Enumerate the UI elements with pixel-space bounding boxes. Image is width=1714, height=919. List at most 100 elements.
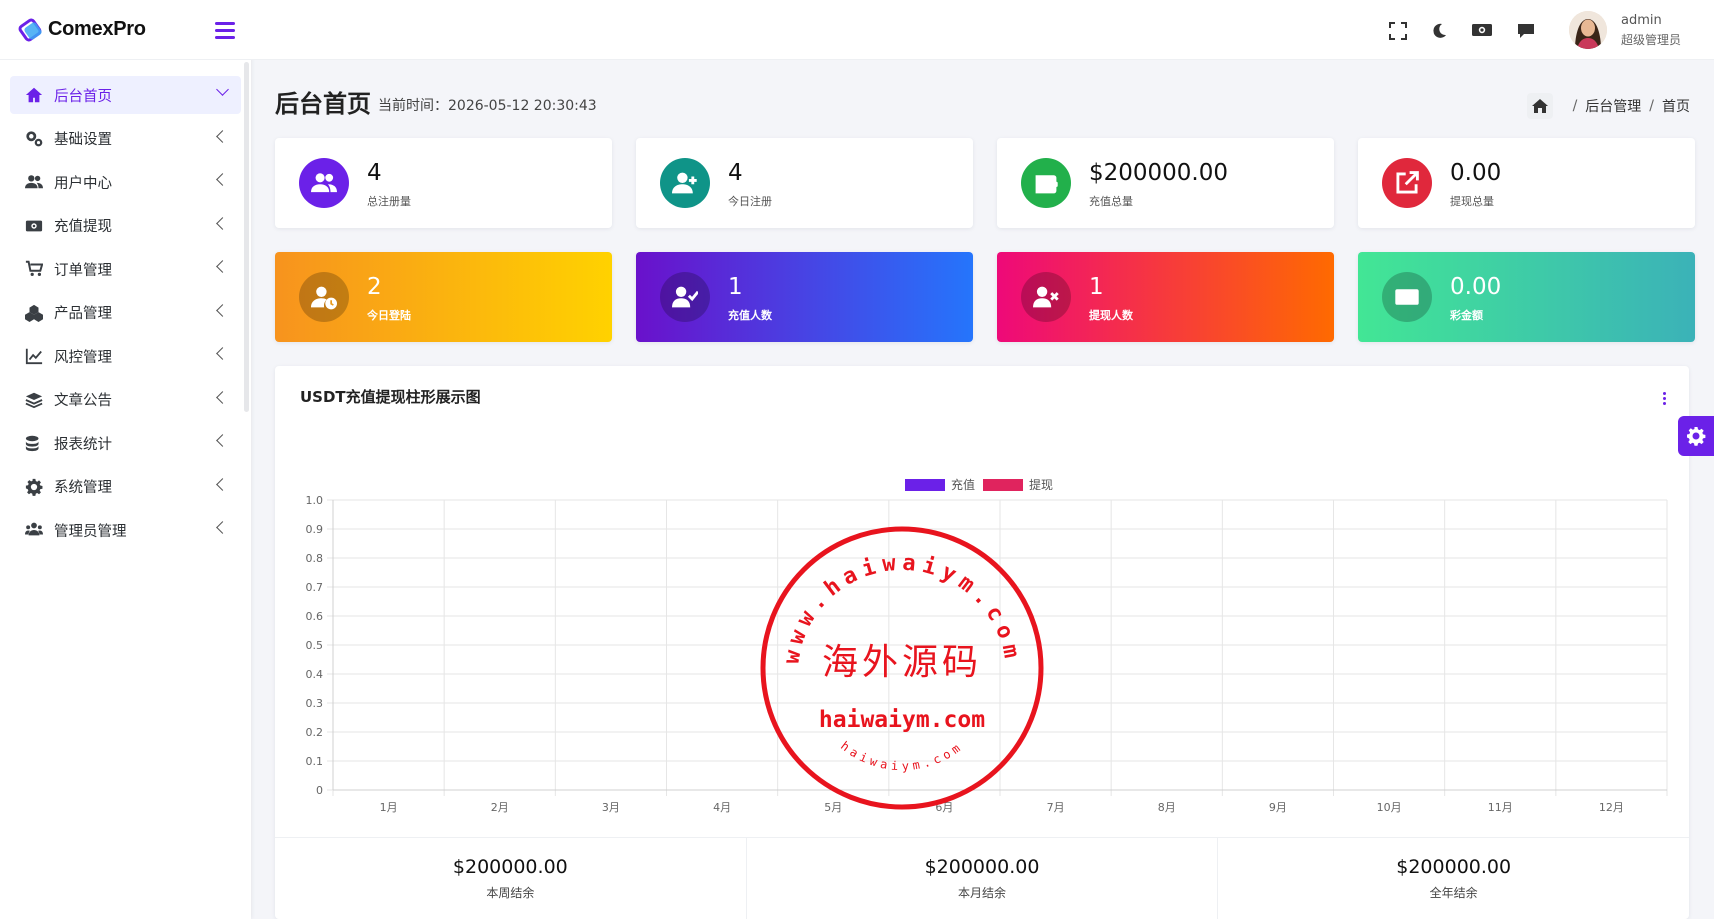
- sidebar-item-6[interactable]: 风控管理: [10, 337, 241, 375]
- wallet-icon: [1021, 158, 1071, 208]
- summary-label: 本周结余: [486, 886, 535, 900]
- sidebar-item-label: 产品管理: [54, 306, 112, 322]
- sidebar-item-5[interactable]: 产品管理: [10, 294, 241, 332]
- stat-label: 彩金额: [1450, 309, 1483, 322]
- summary-value: $200000.00: [1396, 856, 1512, 878]
- user-group-icon: [24, 520, 44, 540]
- sidebar-item-label: 订单管理: [54, 262, 112, 279]
- chat-icon[interactable]: [1516, 22, 1536, 40]
- x-tick-label: 9月: [1269, 801, 1287, 814]
- sidebar-item-10[interactable]: 管理员管理: [10, 511, 241, 549]
- stat-card: $200000.00 充值总量: [997, 138, 1334, 228]
- sidebar-item-9[interactable]: 系统管理: [10, 468, 241, 506]
- money-bill-icon: [24, 216, 44, 236]
- y-tick-label: 0.9: [306, 523, 324, 536]
- chevron-icon: [216, 216, 229, 230]
- users-icon: [299, 158, 349, 208]
- stat-label: 提现人数: [1089, 309, 1133, 322]
- x-tick-label: 3月: [602, 801, 620, 814]
- x-tick-label: 11月: [1488, 801, 1513, 814]
- sidebar-item-label: 后台首页: [54, 88, 112, 105]
- money-icon[interactable]: [1471, 22, 1492, 40]
- sidebar-item-4[interactable]: 订单管理: [10, 250, 241, 288]
- bar-chart: 1.0 0.9 0.8 0.7 0.6 0.5 0.4 0.3 0.2 0.1 0 1月 2月 3月 4月 5…: [306, 494, 1668, 814]
- stat-card-gradient: 1 充值人数: [636, 252, 973, 342]
- sidebar: ComexPro 后台首页基础设置用户中心充值提现订单管理产品管理风控管理文章公…: [0, 0, 251, 919]
- menu-toggle-icon[interactable]: [215, 22, 235, 39]
- user-role: 超级管理员: [1621, 33, 1682, 47]
- stat-value: 2: [367, 274, 382, 300]
- y-tick-label: 0.7: [306, 581, 324, 594]
- x-tick-label: 10月: [1377, 801, 1402, 814]
- sidebar-item-1[interactable]: 基础设置: [10, 120, 241, 158]
- user-clock-icon: [299, 272, 349, 322]
- gear-icon: [24, 477, 44, 497]
- x-tick-label: 8月: [1158, 801, 1176, 814]
- sidebar-item-2[interactable]: 用户中心: [10, 163, 241, 201]
- stat-card: 0.00 提现总量: [1358, 138, 1695, 228]
- breadcrumb-item[interactable]: 后台管理: [1585, 96, 1641, 116]
- stat-value: 1: [728, 274, 743, 300]
- sidebar-item-0[interactable]: 后台首页: [10, 76, 241, 114]
- stat-card-gradient: 1 提现人数: [997, 252, 1334, 342]
- y-tick-label: 0: [316, 784, 323, 797]
- y-tick-label: 0.2: [306, 726, 324, 739]
- x-tick-label: 6月: [935, 801, 953, 814]
- y-tick-label: 0.6: [306, 610, 324, 623]
- chevron-icon: [216, 83, 229, 96]
- y-tick-label: 0.3: [306, 697, 324, 710]
- page-title: 后台首页: [275, 90, 371, 118]
- current-time: 当前时间：2026-05-12 20:30:43: [378, 98, 597, 114]
- gears-icon: [24, 129, 44, 149]
- stat-value: 4: [367, 160, 382, 186]
- coins-icon: [24, 433, 44, 453]
- stat-label: 充值总量: [1089, 195, 1133, 208]
- fullscreen-icon[interactable]: [1389, 22, 1409, 40]
- sidebar-item-label: 报表统计: [54, 436, 112, 453]
- stat-label: 提现总量: [1450, 195, 1494, 208]
- sidebar-item-label: 文章公告: [54, 393, 112, 409]
- x-tick-label: 2月: [491, 801, 509, 814]
- avatar[interactable]: [1569, 11, 1607, 49]
- sidebar-item-label: 风控管理: [54, 349, 112, 366]
- money-bill-icon: [1382, 272, 1432, 322]
- sidebar-item-3[interactable]: 充值提现: [10, 207, 241, 245]
- users-icon: [24, 172, 44, 192]
- user-name[interactable]: admin: [1621, 13, 1662, 28]
- sidebar-menu: 后台首页基础设置用户中心充值提现订单管理产品管理风控管理文章公告报表统计系统管理…: [0, 60, 251, 549]
- breadcrumb-home-icon[interactable]: [1526, 93, 1553, 119]
- cart-icon: [24, 259, 44, 279]
- stat-card-gradient: 0.00 彩金额: [1358, 252, 1695, 342]
- settings-fab[interactable]: [1678, 416, 1714, 456]
- stat-label: 今日注册: [728, 195, 772, 208]
- breadcrumb-separator: /: [1572, 98, 1578, 114]
- sidebar-scrollbar[interactable]: [244, 62, 249, 412]
- user-plus-icon: [660, 158, 710, 208]
- layers-icon: [24, 390, 44, 410]
- logo-bar: ComexPro: [0, 0, 251, 60]
- chevron-icon: [216, 390, 229, 404]
- line-chart-icon: [24, 346, 44, 366]
- y-tick-label: 0.4: [306, 668, 324, 681]
- cubes-icon: [24, 303, 44, 323]
- summary-item: $200000.00 全年结余: [1218, 838, 1689, 919]
- breadcrumb-separator: /: [1649, 98, 1654, 114]
- y-tick-label: 0.1: [306, 755, 324, 768]
- sidebar-item-label: 用户中心: [54, 175, 112, 192]
- stat-value: 1: [1089, 274, 1104, 300]
- breadcrumb: / 后台管理 / 首页: [1526, 93, 1690, 119]
- chevron-icon: [216, 434, 229, 447]
- sidebar-item-7[interactable]: 文章公告: [10, 381, 241, 419]
- sidebar-item-8[interactable]: 报表统计: [10, 424, 241, 462]
- stat-card: 4 今日注册: [636, 138, 973, 228]
- logo-text[interactable]: ComexPro: [48, 18, 146, 41]
- summary-label: 全年结余: [1429, 886, 1478, 900]
- chevron-icon: [216, 477, 229, 491]
- x-tick-label: 4月: [713, 801, 731, 814]
- chevron-icon: [216, 129, 229, 143]
- x-tick-label: 1月: [380, 801, 398, 814]
- gear-icon: [1687, 427, 1706, 446]
- topbar: [251, 0, 1714, 60]
- moon-icon[interactable]: [1430, 22, 1450, 40]
- chevron-icon: [216, 521, 229, 534]
